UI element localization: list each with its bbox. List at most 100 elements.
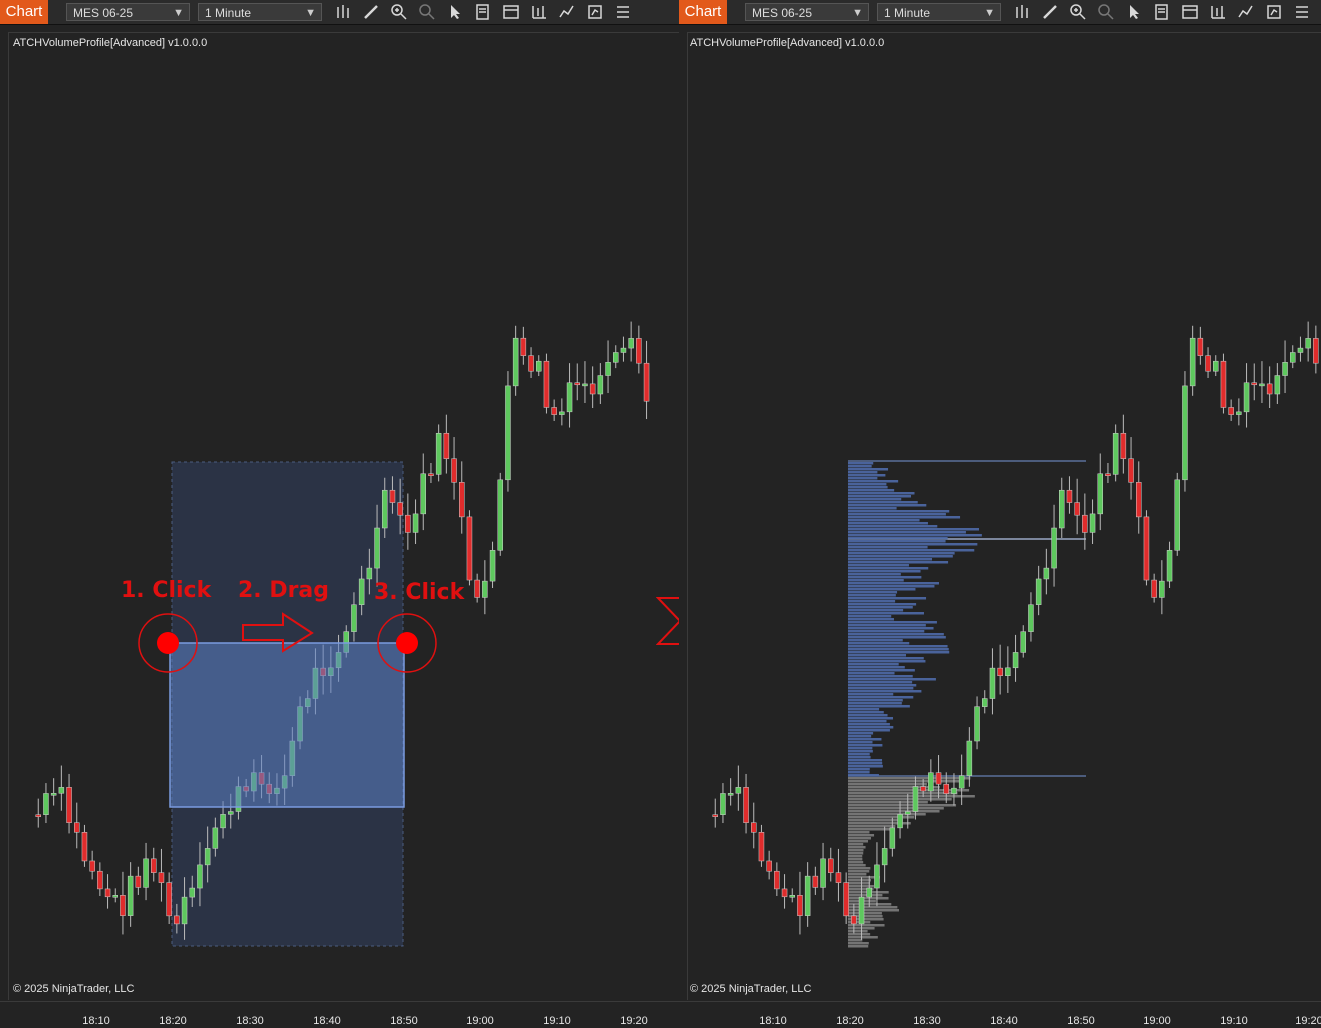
- bullish-candle: [1305, 321, 1311, 362]
- x-tick-label: 19:10: [543, 1015, 571, 1027]
- volume-bar: [848, 825, 896, 828]
- volume-bar: [848, 498, 902, 501]
- bearish-candle: [35, 798, 41, 828]
- volume-bar: [848, 504, 927, 507]
- volume-bar: [848, 714, 888, 717]
- bearish-candle: [97, 862, 103, 896]
- bearish-candle: [1205, 347, 1211, 378]
- bullish-candle: [1259, 361, 1265, 403]
- volume-bar: [848, 897, 889, 900]
- volume-bar: [848, 744, 883, 747]
- bearish-candle: [766, 850, 772, 880]
- volume-profile: [848, 462, 982, 948]
- x-tick-label: 19:00: [466, 1015, 494, 1027]
- bullish-candle: [1166, 541, 1173, 589]
- bullish-candle: [897, 801, 903, 839]
- candle-series: [712, 321, 1319, 940]
- bullish-candle: [820, 842, 826, 901]
- bearish-candle: [120, 871, 126, 935]
- volume-bar: [848, 804, 957, 807]
- bullish-candle: [628, 321, 634, 362]
- volume-bar: [848, 474, 886, 477]
- bullish-candle: [1005, 646, 1011, 693]
- volume-bar: [848, 840, 869, 843]
- volume-bar: [848, 792, 958, 795]
- bullish-candle: [127, 862, 134, 927]
- volume-bar: [848, 480, 899, 483]
- volume-bar: [848, 591, 898, 594]
- volume-bar: [848, 855, 863, 858]
- volume-bar: [848, 468, 889, 471]
- volume-bar: [848, 867, 871, 870]
- bearish-candle: [451, 437, 457, 500]
- bearish-candle: [774, 862, 780, 896]
- volume-bar: [848, 729, 890, 732]
- volume-bar: [848, 477, 878, 480]
- bearish-candle: [758, 824, 765, 867]
- x-tick-label: 18:10: [82, 1015, 110, 1027]
- volume-bar: [848, 633, 944, 636]
- bearish-candle: [1074, 478, 1080, 535]
- volume-bar: [848, 819, 903, 822]
- volume-bar: [848, 879, 871, 882]
- x-tick-label: 18:10: [759, 1015, 787, 1027]
- volume-bar: [848, 579, 904, 582]
- bullish-candle: [1035, 565, 1042, 616]
- bearish-candle: [528, 347, 534, 378]
- volume-bar: [848, 642, 910, 645]
- volume-bar: [848, 852, 864, 855]
- bullish-candle: [505, 371, 511, 492]
- left-chart-panel: Chart MES 06-25 ▼ 1 Minute ▼ ATCHVolumePro…: [0, 0, 679, 1028]
- bearish-candle: [1228, 399, 1234, 421]
- volume-bar: [848, 609, 904, 612]
- volume-bar: [848, 675, 913, 678]
- time-axis[interactable]: 18:10 18:20 18:30 18:40 18:50 19:00 19:1…: [0, 1001, 679, 1028]
- bullish-candle: [1243, 363, 1250, 428]
- bullish-candle: [1043, 548, 1050, 595]
- volume-bar: [848, 486, 888, 489]
- bullish-candle: [1282, 340, 1288, 394]
- bearish-candle: [843, 872, 849, 925]
- bearish-candle: [636, 325, 642, 374]
- volume-bar: [848, 906, 898, 909]
- bearish-candle: [712, 798, 718, 828]
- bearish-candle: [158, 848, 165, 902]
- bullish-candle: [1089, 499, 1096, 544]
- volume-bar: [848, 747, 873, 750]
- volume-bar: [848, 465, 872, 468]
- price-selection-rect: [169, 642, 405, 808]
- bearish-candle: [551, 399, 557, 421]
- volume-bar: [848, 567, 929, 570]
- bullish-candle: [1174, 472, 1180, 556]
- x-tick-label: 18:20: [159, 1015, 187, 1027]
- volume-bar: [848, 621, 937, 624]
- bearish-candle: [1082, 493, 1088, 550]
- time-axis[interactable]: 18:10 18:20 18:30 18:40 18:50 19:00 19:1…: [679, 1001, 1321, 1028]
- bullish-candle: [982, 690, 988, 714]
- volume-bar: [848, 693, 894, 696]
- volume-bar: [848, 615, 892, 618]
- bearish-candle: [751, 802, 757, 849]
- bullish-candle: [1051, 504, 1057, 587]
- volume-bar: [848, 882, 871, 885]
- volume-bar: [848, 600, 896, 603]
- bearish-candle: [835, 848, 842, 902]
- volume-bar: [848, 684, 917, 687]
- bearish-candle: [1313, 325, 1319, 374]
- volume-bar: [848, 594, 896, 597]
- volume-bar: [848, 546, 928, 549]
- candlestick-plot: [35, 321, 650, 947]
- volume-bar: [848, 873, 867, 876]
- bearish-candle: [466, 510, 473, 586]
- volume-bar: [848, 717, 894, 720]
- bullish-candle: [435, 424, 442, 482]
- bullish-candle: [1189, 325, 1196, 396]
- volume-bar: [848, 771, 870, 774]
- volume-bar: [848, 573, 901, 576]
- bearish-candle: [797, 871, 803, 935]
- volume-bar: [848, 624, 926, 627]
- volume-bar: [848, 672, 895, 675]
- volume-bar: [848, 699, 903, 702]
- volume-bar: [848, 603, 917, 606]
- bullish-candle: [804, 862, 811, 927]
